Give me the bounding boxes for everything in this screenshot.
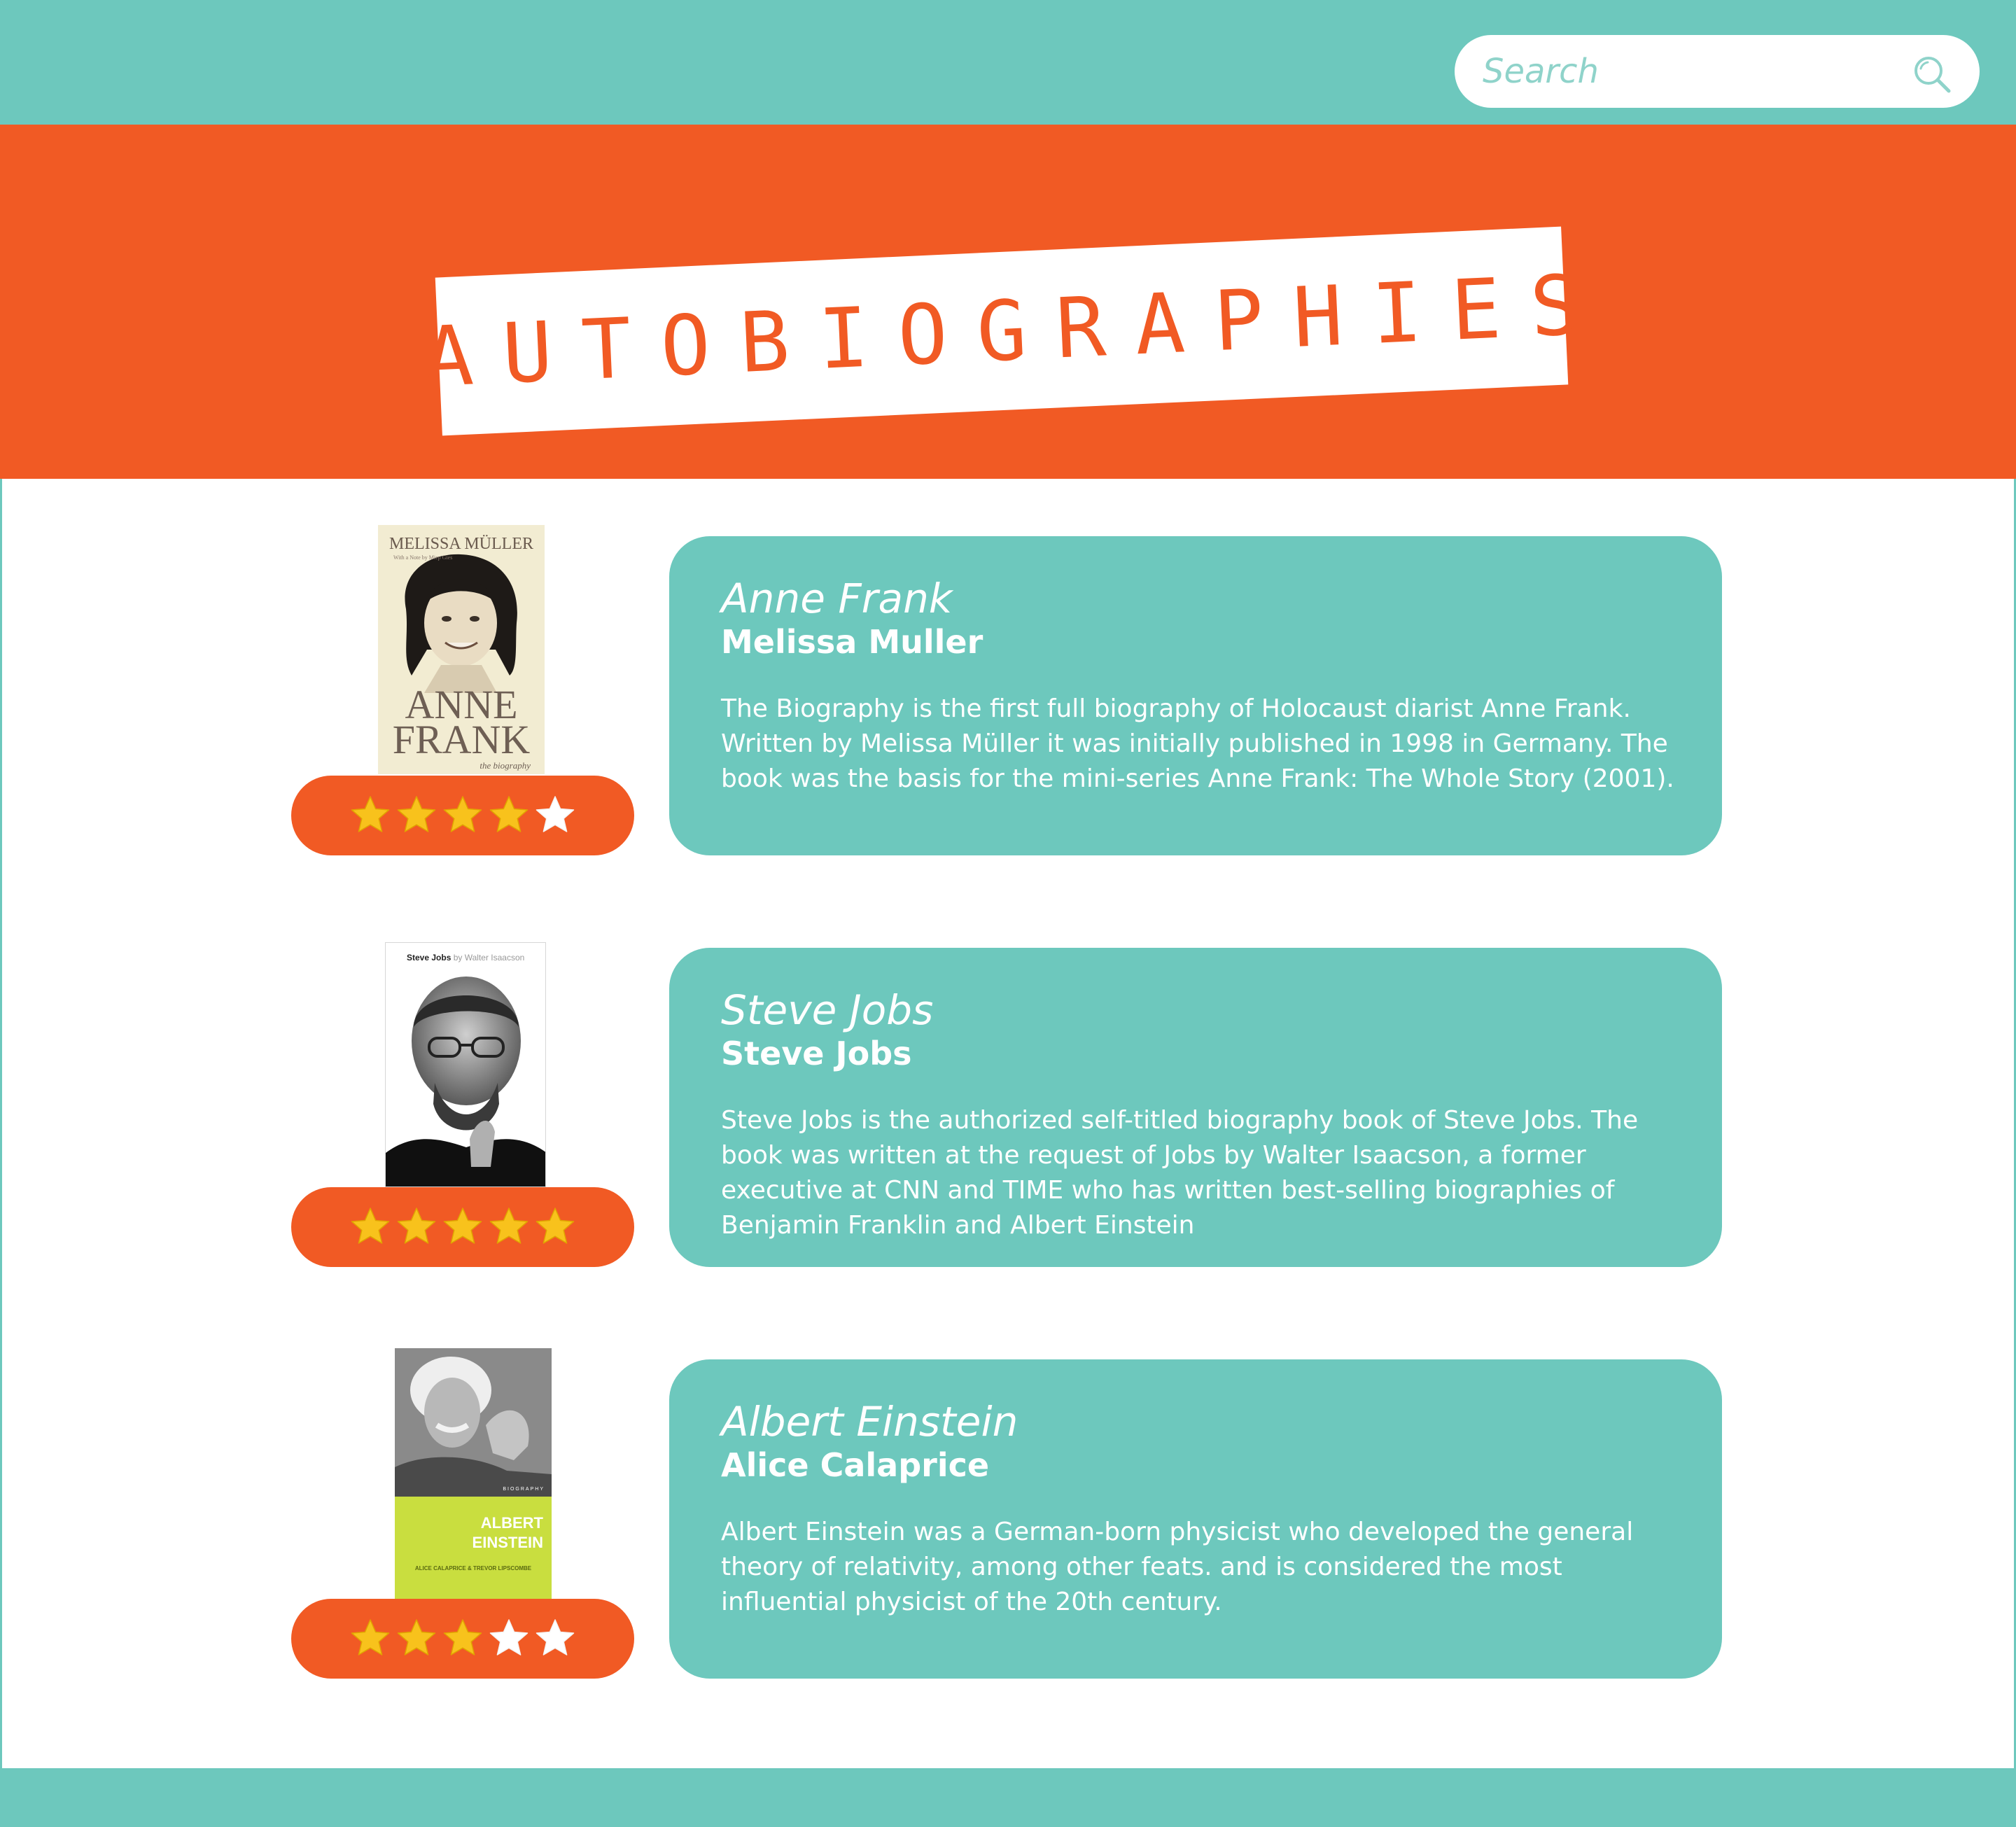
star-filled-icon	[536, 1208, 575, 1244]
book-card-steve-jobs[interactable]: Steve Jobs Steve Jobs Steve Jobs is the …	[669, 948, 1722, 1267]
star-empty-icon	[536, 796, 575, 832]
star-filled-icon	[351, 1208, 390, 1244]
book-card-anne-frank[interactable]: Anne Frank Melissa Muller The Biography …	[669, 536, 1722, 855]
book-title[interactable]: Anne Frank	[721, 576, 952, 622]
star-filled-icon	[443, 1619, 482, 1656]
book-author: Alice Calaprice	[721, 1446, 990, 1484]
cover-header-title: Steve Jobs	[407, 953, 451, 962]
star-filled-icon	[443, 796, 482, 832]
cover-label: BIOGRAPHY	[503, 1487, 545, 1492]
cover-authors: ALICE CALAPRICE & TREVOR LIPSCOMBE	[414, 1565, 532, 1572]
star-filled-icon	[351, 1619, 390, 1656]
portrait-illustration	[395, 1348, 552, 1497]
rating-badge	[291, 1187, 634, 1267]
book-cover-albert-einstein[interactable]: BIOGRAPHY ALBERT EINSTEIN ALICE CALAPRIC…	[395, 1348, 552, 1599]
book-description: Albert Einstein was a German-born physic…	[721, 1518, 1634, 1616]
cover-subtitle: the biography	[479, 760, 531, 771]
star-empty-icon	[536, 1619, 575, 1656]
portrait-illustration	[386, 976, 545, 1186]
book-cover-steve-jobs[interactable]: Steve Jobs by Walter Isaacson	[385, 942, 546, 1187]
rating-badge	[291, 1599, 634, 1679]
search-input[interactable]	[1483, 35, 1903, 108]
category-title: AUTOBIOGRAPHIES	[421, 255, 1612, 406]
book-author: Steve Jobs	[721, 1035, 912, 1072]
star-filled-icon	[489, 1208, 528, 1244]
star-filled-icon	[351, 796, 390, 832]
book-title[interactable]: Albert Einstein	[721, 1399, 1018, 1445]
star-filled-icon	[397, 1619, 436, 1656]
cover-title-line1: ALBERT	[480, 1514, 543, 1532]
search-icon[interactable]	[1911, 53, 1953, 95]
page-edge-left	[0, 479, 2, 1768]
star-filled-icon	[397, 796, 436, 832]
star-filled-icon	[489, 796, 528, 832]
cover-note: With a Note by Miep Gies	[393, 554, 453, 561]
search-box[interactable]	[1455, 35, 1980, 108]
footer-bar	[0, 1768, 2016, 1827]
book-cover-anne-frank[interactable]: MELISSA MÜLLER With a Note by Miep Gies …	[378, 525, 545, 774]
cover-author: MELISSA MÜLLER	[388, 535, 533, 553]
star-filled-icon	[443, 1208, 482, 1244]
star-filled-icon	[397, 1208, 436, 1244]
book-description: Steve Jobs is the authorized self-titled…	[721, 1106, 1639, 1240]
cover-title-line2: FRANK	[392, 717, 531, 762]
book-author: Melissa Muller	[721, 623, 983, 661]
book-title[interactable]: Steve Jobs	[721, 988, 933, 1033]
cover-header: Steve Jobs by Walter Isaacson	[407, 953, 524, 962]
rating-badge	[291, 776, 634, 855]
cover-header-author: by Walter Isaacson	[451, 953, 525, 962]
book-card-albert-einstein[interactable]: Albert Einstein Alice Calaprice Albert E…	[669, 1359, 1722, 1679]
cover-title-line2: EINSTEIN	[472, 1534, 543, 1551]
star-empty-icon	[489, 1619, 528, 1656]
book-description: The Biography is the first full biograph…	[721, 694, 1674, 793]
